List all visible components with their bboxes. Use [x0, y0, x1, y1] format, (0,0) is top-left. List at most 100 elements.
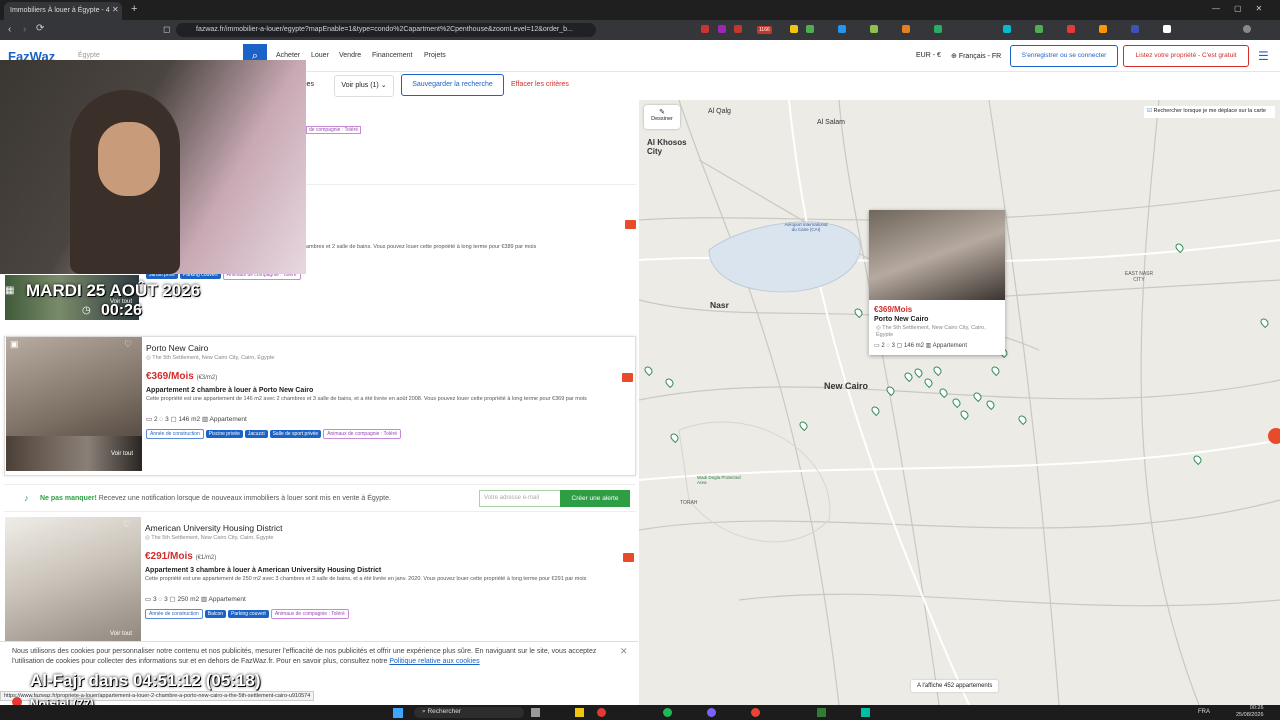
- extension-icon[interactable]: [1035, 25, 1043, 33]
- keyboard-lang[interactable]: FRA: [1198, 709, 1210, 715]
- extension-icon[interactable]: [718, 25, 726, 33]
- see-all-label[interactable]: Voir tout: [111, 451, 133, 457]
- cookie-policy-link[interactable]: Politique relative aux cookies: [389, 658, 479, 665]
- extension-icon[interactable]: [870, 25, 878, 33]
- area: 250 m2: [177, 596, 200, 603]
- extension-icon[interactable]: [806, 25, 814, 33]
- listing-card[interactable]: ♡ Voir tout American University Housing …: [4, 517, 636, 657]
- extension-badge[interactable]: 1166: [757, 26, 772, 34]
- taskbar-app-icon[interactable]: [861, 708, 870, 717]
- bookmark-icon[interactable]: ◻: [163, 24, 170, 35]
- listing-location: ◎ The 5th Settlement, New Cairo City, Ca…: [146, 355, 274, 361]
- see-all-label[interactable]: Voir tout: [110, 631, 132, 637]
- listing-headline[interactable]: Appartement 3 chambre à louer à American…: [145, 567, 381, 574]
- price-per-m2: (€1/m2): [195, 555, 217, 561]
- extension-icon[interactable]: [934, 25, 942, 33]
- date-overlay: MARDI 25 AOÛT 2026: [26, 281, 201, 300]
- heart-icon[interactable]: ♡: [123, 519, 131, 530]
- price-value: €369/Mois: [146, 371, 194, 382]
- listing-features: ▭ 2 ◌ 3 ▢ 146 m2 ▥ Appartement: [146, 415, 247, 423]
- currency-select[interactable]: EUR - €: [916, 52, 941, 59]
- area: 146 m2: [903, 343, 924, 349]
- map-label: Al Qalg: [708, 108, 731, 115]
- heart-icon[interactable]: ♡: [124, 339, 132, 350]
- move-search-toggle[interactable]: ☑ Rechercher lorsque je me déplace sur l…: [1144, 106, 1275, 118]
- draw-button[interactable]: ✎ Dessiner: [644, 105, 680, 129]
- email-field[interactable]: Votre adresse e-mail: [479, 490, 561, 507]
- save-search-button[interactable]: Sauvegarder la recherche: [401, 74, 504, 96]
- tag: Année de construction: [146, 429, 204, 439]
- nav-vendre[interactable]: Vendre: [339, 52, 361, 59]
- url-field[interactable]: fazwaz.fr/immobilier-a-louer/egypte?mapE…: [176, 23, 596, 37]
- listing-card[interactable]: Voir tout ▣ ♡ Porto New Cairo ◎ The 5th …: [4, 336, 636, 476]
- extension-icon[interactable]: [1003, 25, 1011, 33]
- taskbar-app-icon[interactable]: [531, 708, 540, 717]
- mail-icon[interactable]: [622, 373, 633, 382]
- map-label: New Cairo: [824, 381, 869, 391]
- back-icon[interactable]: ‹: [8, 24, 11, 35]
- create-alert-button[interactable]: Créer une alerte: [560, 490, 630, 507]
- taskbar-app-icon[interactable]: [597, 708, 606, 717]
- new-tab-button[interactable]: +: [131, 3, 137, 15]
- taskbar-search[interactable]: ⌕ Rechercher: [414, 707, 524, 718]
- taskbar-app-icon[interactable]: [751, 708, 760, 717]
- listing-price: €291/Mois (€1/m2): [145, 551, 216, 562]
- extension-icon[interactable]: [1131, 25, 1139, 33]
- window-controls[interactable]: —▢✕: [1212, 4, 1276, 13]
- language-select[interactable]: ⊕ Français - FR: [951, 52, 1001, 60]
- listing-headline[interactable]: Appartement 2 chambre à louer à Porto Ne…: [146, 387, 313, 394]
- nav-acheter[interactable]: Acheter: [276, 52, 300, 59]
- mail-icon[interactable]: [623, 553, 634, 562]
- map-popup[interactable]: €369/Mois Porto New Cairo ◎ The 5th Sett…: [869, 210, 1005, 355]
- browser-tab[interactable]: Immobiliers À louer à Égypte - 4: [4, 2, 122, 20]
- login-button[interactable]: S'enregistrer ou se connecter: [1010, 45, 1118, 67]
- tab-close-icon[interactable]: ✕: [112, 5, 119, 14]
- nav-financement[interactable]: Financement: [372, 52, 412, 59]
- profile-icon[interactable]: [1243, 25, 1251, 33]
- map-label: Nasr: [710, 300, 729, 310]
- taskbar-app-icon[interactable]: [575, 708, 584, 717]
- tag: Balcon: [204, 610, 227, 618]
- extension-icon[interactable]: [701, 25, 709, 33]
- extension-icon[interactable]: [734, 25, 742, 33]
- reload-icon[interactable]: ⟳: [36, 23, 44, 34]
- forward-icon[interactable]: ›: [23, 24, 26, 35]
- search-input[interactable]: Égypte: [78, 52, 100, 59]
- more-filters-button[interactable]: Voir plus (1) ⌄: [334, 75, 394, 97]
- baths: 3: [165, 416, 169, 423]
- nav-projets[interactable]: Projets: [424, 52, 446, 59]
- beds: 2: [881, 343, 885, 349]
- taskbar-app-icon[interactable]: [663, 708, 672, 717]
- taskbar-app-icon[interactable]: [817, 708, 826, 717]
- clock[interactable]: 00:26 25/08/2026: [1236, 705, 1264, 719]
- windows-start-icon[interactable]: [393, 708, 403, 718]
- clock-date: 25/08/2026: [1236, 712, 1264, 718]
- extension-icon[interactable]: [838, 25, 846, 33]
- taskbar-app-icon[interactable]: [707, 708, 716, 717]
- globe-icon: ⊕: [951, 53, 959, 60]
- nav-louer[interactable]: Louer: [311, 52, 329, 59]
- listing-title[interactable]: American University Housing District: [145, 523, 282, 533]
- extension-icon[interactable]: [1067, 25, 1075, 33]
- list-property-button[interactable]: Listez votre propriété - C'est gratuit: [1123, 45, 1249, 67]
- extension-icon[interactable]: [902, 25, 910, 33]
- tag: Salle de sport privée: [269, 430, 322, 438]
- filter-partial[interactable]: ies: [305, 81, 314, 88]
- gallery-icon[interactable]: ▣: [10, 339, 19, 350]
- location-text: The 5th Settlement, New Cairo City, Cair…: [151, 535, 274, 541]
- type: Appartement: [932, 343, 968, 349]
- listing-desc: ambres et 2 salle de bains. Vous pouvez …: [306, 244, 537, 250]
- popup-photo: [869, 210, 1005, 300]
- mail-icon[interactable]: [625, 220, 636, 229]
- chat-icon[interactable]: [1268, 428, 1280, 444]
- extension-icon[interactable]: [1163, 25, 1171, 33]
- extension-icon[interactable]: [790, 25, 798, 33]
- location-text: The 5th Settlement, New Cairo City, Cair…: [152, 355, 275, 361]
- extension-icon[interactable]: [1099, 25, 1107, 33]
- clear-filters-link[interactable]: Effacer les critères: [511, 81, 569, 88]
- map-panel[interactable]: ✎ Dessiner ☑ Rechercher lorsque je me dép…: [639, 100, 1280, 705]
- close-icon[interactable]: ✕: [620, 646, 628, 656]
- menu-icon[interactable]: ☰: [1258, 49, 1269, 63]
- listing-title[interactable]: Porto New Cairo: [146, 343, 208, 353]
- baths: 3: [891, 343, 895, 349]
